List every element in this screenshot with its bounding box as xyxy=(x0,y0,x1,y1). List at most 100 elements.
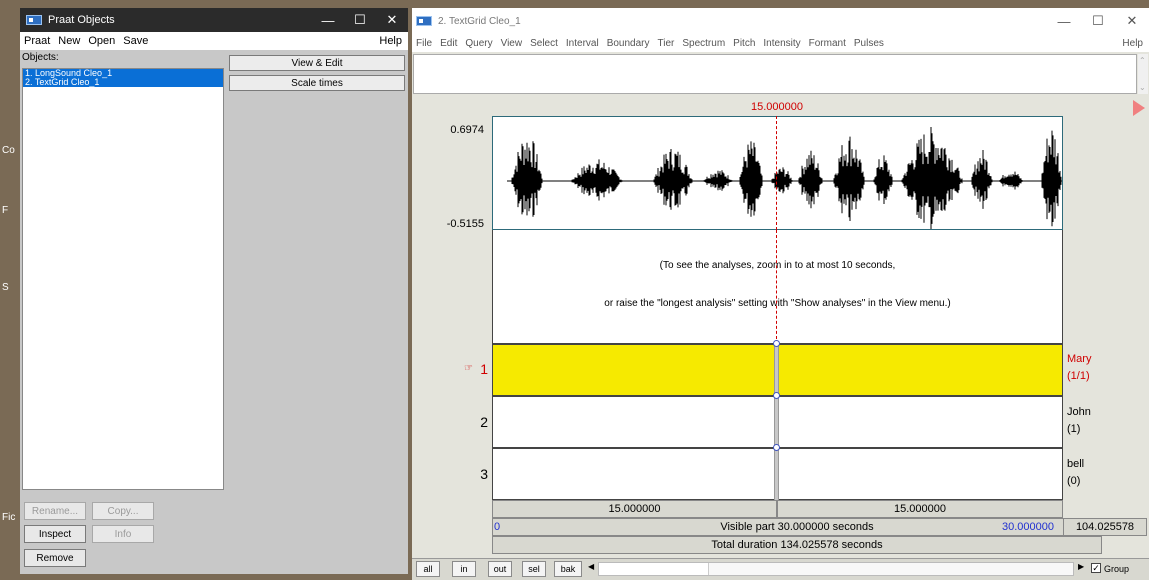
close-icon[interactable]: ✕ xyxy=(376,8,408,32)
objects-titlebar[interactable]: Praat Objects — ☐ ✕ xyxy=(20,8,408,32)
menu-query[interactable]: Query xyxy=(465,38,492,49)
interval-text-field[interactable] xyxy=(413,54,1137,94)
tier-label[interactable]: John (1) xyxy=(1067,404,1091,438)
zoom-back-button[interactable]: bak xyxy=(554,561,582,577)
tier-count: (1) xyxy=(1067,423,1081,435)
zoom-in-button[interactable]: in xyxy=(452,561,476,577)
tier-cursor xyxy=(774,344,779,500)
amplitude-min: -0.5155 xyxy=(446,218,484,230)
menu-view[interactable]: View xyxy=(501,38,523,49)
text-scrollbar[interactable]: ⌃ ⌄ xyxy=(1138,54,1148,94)
cursor-line xyxy=(776,230,777,344)
zoom-out-button[interactable]: out xyxy=(488,561,512,577)
menu-pitch[interactable]: Pitch xyxy=(733,38,755,49)
chevron-up-icon[interactable]: ⌃ xyxy=(1139,56,1146,65)
navigation-bar: all in out sel bak ◀ ▶ ✓ Group xyxy=(412,558,1149,580)
maximize-icon[interactable]: ☐ xyxy=(1081,8,1115,34)
horizontal-scrollbar[interactable] xyxy=(598,562,1074,576)
analysis-message: or raise the "longest analysis" setting … xyxy=(604,298,951,309)
window-title: Praat Objects xyxy=(48,14,115,26)
tier-number: 1 xyxy=(480,361,488,377)
background-text: Co xyxy=(2,145,15,156)
view-edit-button[interactable]: View & Edit xyxy=(229,55,405,71)
group-checkbox[interactable]: ✓ xyxy=(1091,563,1101,573)
analysis-message: (To see the analyses, zoom in to at most… xyxy=(659,260,896,271)
menu-save[interactable]: Save xyxy=(123,35,148,47)
remove-button[interactable]: Remove xyxy=(24,549,86,567)
boundary-handle[interactable] xyxy=(773,340,780,347)
waveform xyxy=(507,127,1062,230)
menu-select[interactable]: Select xyxy=(530,38,558,49)
tier-number: 2 xyxy=(480,414,488,430)
remaining-time-bar[interactable]: 104.025578 xyxy=(1063,518,1147,536)
menu-new[interactable]: New xyxy=(58,35,80,47)
menu-pulses[interactable]: Pulses xyxy=(854,38,884,49)
copy-button[interactable]: Copy... xyxy=(92,502,154,520)
background-text: S xyxy=(2,282,9,293)
editor-titlebar[interactable]: 2. TextGrid Cleo_1 — ☐ ✕ xyxy=(412,8,1149,34)
right-interval-bar[interactable]: 15.000000 xyxy=(777,500,1063,518)
editor-menubar: File Edit Query View Select Interval Bou… xyxy=(412,34,1149,52)
boundary-handle[interactable] xyxy=(773,392,780,399)
praat-objects-window: Praat Objects — ☐ ✕ Praat New Open Save … xyxy=(20,8,408,574)
scroll-left-icon[interactable]: ◀ xyxy=(588,562,594,571)
background-text: F xyxy=(2,205,9,216)
minimize-icon[interactable]: — xyxy=(1047,8,1081,34)
total-duration-bar[interactable]: Total duration 134.025578 seconds xyxy=(492,536,1102,554)
left-interval-bar[interactable]: 15.000000 xyxy=(492,500,777,518)
visible-start-time: 0 xyxy=(494,521,501,533)
window-title: 2. TextGrid Cleo_1 xyxy=(438,15,521,27)
play-arrow-icon[interactable] xyxy=(1133,100,1145,116)
menu-spectrum[interactable]: Spectrum xyxy=(682,38,725,49)
menu-file[interactable]: File xyxy=(416,38,432,49)
maximize-icon[interactable]: ☐ xyxy=(344,8,376,32)
menu-formant[interactable]: Formant xyxy=(809,38,846,49)
tier-number: 3 xyxy=(480,466,488,482)
zoom-all-button[interactable]: all xyxy=(416,561,440,577)
menu-interval[interactable]: Interval xyxy=(566,38,599,49)
waveform-trace xyxy=(511,127,1062,230)
scale-times-button[interactable]: Scale times xyxy=(229,75,405,91)
textgrid-editor-window: 2. TextGrid Cleo_1 — ☐ ✕ File Edit Query… xyxy=(412,8,1149,580)
group-label: Group xyxy=(1104,564,1130,574)
objects-list[interactable]: 1. LongSound Cleo_1 2. TextGrid Cleo_1 xyxy=(22,68,224,490)
menu-help[interactable]: Help xyxy=(1122,38,1143,49)
rename-button[interactable]: Rename... xyxy=(24,502,86,520)
tier-label[interactable]: bell (0) xyxy=(1067,456,1084,490)
amplitude-max: 0.6974 xyxy=(450,124,484,136)
inspect-button[interactable]: Inspect xyxy=(24,525,86,543)
scroll-right-icon[interactable]: ▶ xyxy=(1078,562,1084,571)
menu-tier[interactable]: Tier xyxy=(658,38,675,49)
close-icon[interactable]: ✕ xyxy=(1115,8,1149,34)
cursor-time: 15.000000 xyxy=(751,101,803,113)
tier-name: Mary xyxy=(1067,353,1092,365)
waveform-panel[interactable] xyxy=(492,116,1063,230)
objects-menubar: Praat New Open Save Help xyxy=(20,32,408,50)
app-icon xyxy=(26,15,42,25)
menu-boundary[interactable]: Boundary xyxy=(607,38,650,49)
objects-label: Objects: xyxy=(22,52,59,63)
tier-count: (1/1) xyxy=(1067,370,1090,382)
menu-help[interactable]: Help xyxy=(379,35,402,47)
cursor-line xyxy=(776,116,777,230)
menu-open[interactable]: Open xyxy=(88,35,115,47)
list-item[interactable]: 2. TextGrid Cleo_1 xyxy=(23,78,223,87)
menu-edit[interactable]: Edit xyxy=(440,38,457,49)
boundary-handle[interactable] xyxy=(773,444,780,451)
analysis-panel[interactable]: (To see the analyses, zoom in to at most… xyxy=(492,230,1063,344)
tier-name: John xyxy=(1067,406,1091,418)
background-text: Fic xyxy=(2,512,16,523)
tier-count: (0) xyxy=(1067,475,1081,487)
tier-name: bell xyxy=(1067,458,1085,470)
chevron-down-icon[interactable]: ⌄ xyxy=(1139,83,1146,92)
scroll-thumb[interactable] xyxy=(599,563,709,575)
editor-drawing-area[interactable]: 15.000000 0.6974 -0.5155 (To see the ana… xyxy=(412,98,1149,570)
zoom-selection-button[interactable]: sel xyxy=(522,561,546,577)
minimize-icon[interactable]: — xyxy=(312,8,344,32)
visible-end-time: 30.000000 xyxy=(1002,521,1054,533)
info-button[interactable]: Info xyxy=(92,525,154,543)
menu-praat[interactable]: Praat xyxy=(24,35,50,47)
app-icon xyxy=(416,16,432,26)
tier-label[interactable]: Mary (1/1) xyxy=(1067,351,1091,385)
menu-intensity[interactable]: Intensity xyxy=(763,38,800,49)
